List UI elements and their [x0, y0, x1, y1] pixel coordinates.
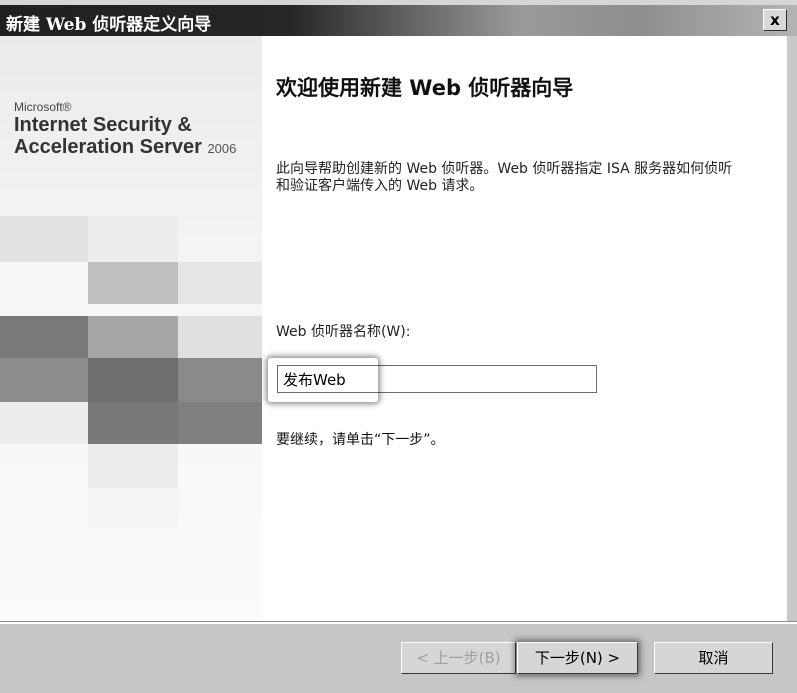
wizard-description: 此向导帮助创建新的 Web 侦听器。Web 侦听器指定 ISA 服务器如何侦听和… — [276, 161, 733, 194]
wizard-side-banner: Microsoft® Internet Security & Accelerat… — [0, 36, 262, 621]
wizard-footer: < 上一步(B) 下一步(N) > 取消 — [0, 624, 797, 693]
banner-tile — [88, 358, 178, 402]
banner-tile — [88, 216, 178, 262]
wizard-content: 欢迎使用新建 Web 侦听器向导 此向导帮助创建新的 Web 侦听器。Web 侦… — [262, 36, 787, 621]
next-button[interactable]: 下一步(N) > — [517, 642, 638, 674]
brand-product-line1: Internet Security & — [14, 114, 192, 136]
brand-company: Microsoft® — [14, 100, 72, 114]
banner-tile — [0, 316, 88, 358]
banner-tile — [0, 262, 88, 304]
banner-tile — [178, 358, 262, 402]
continue-instruction: 要继续，请单击“下一步”。 — [276, 432, 445, 448]
window-right-edge — [787, 36, 797, 621]
banner-tile — [88, 262, 178, 304]
banner-tile — [0, 402, 88, 444]
banner-tile — [88, 402, 178, 444]
page-heading: 欢迎使用新建 Web 侦听器向导 — [276, 76, 574, 100]
listener-name-label: Web 侦听器名称(W): — [276, 324, 411, 340]
cancel-button[interactable]: 取消 — [654, 642, 773, 674]
window-title: 新建 Web 侦听器定义向导 — [6, 15, 212, 35]
brand-year: 2006 — [207, 141, 237, 156]
banner-tile — [88, 488, 178, 528]
brand-product-line2: Acceleration Server 2006 — [14, 136, 236, 159]
banner-tile — [0, 358, 88, 402]
banner-tile — [178, 262, 262, 304]
banner-tile — [178, 402, 262, 444]
back-button[interactable]: < 上一步(B) — [401, 642, 516, 674]
close-button[interactable]: x — [763, 9, 787, 31]
banner-tile — [88, 444, 178, 488]
banner-tile — [178, 316, 262, 358]
close-icon: x — [770, 11, 780, 29]
title-bar[interactable]: 新建 Web 侦听器定义向导 x — [0, 5, 797, 36]
brand-product-name: Acceleration Server — [14, 136, 202, 158]
listener-name-input[interactable] — [277, 365, 597, 393]
banner-tile — [88, 316, 178, 358]
banner-tile — [0, 216, 88, 262]
